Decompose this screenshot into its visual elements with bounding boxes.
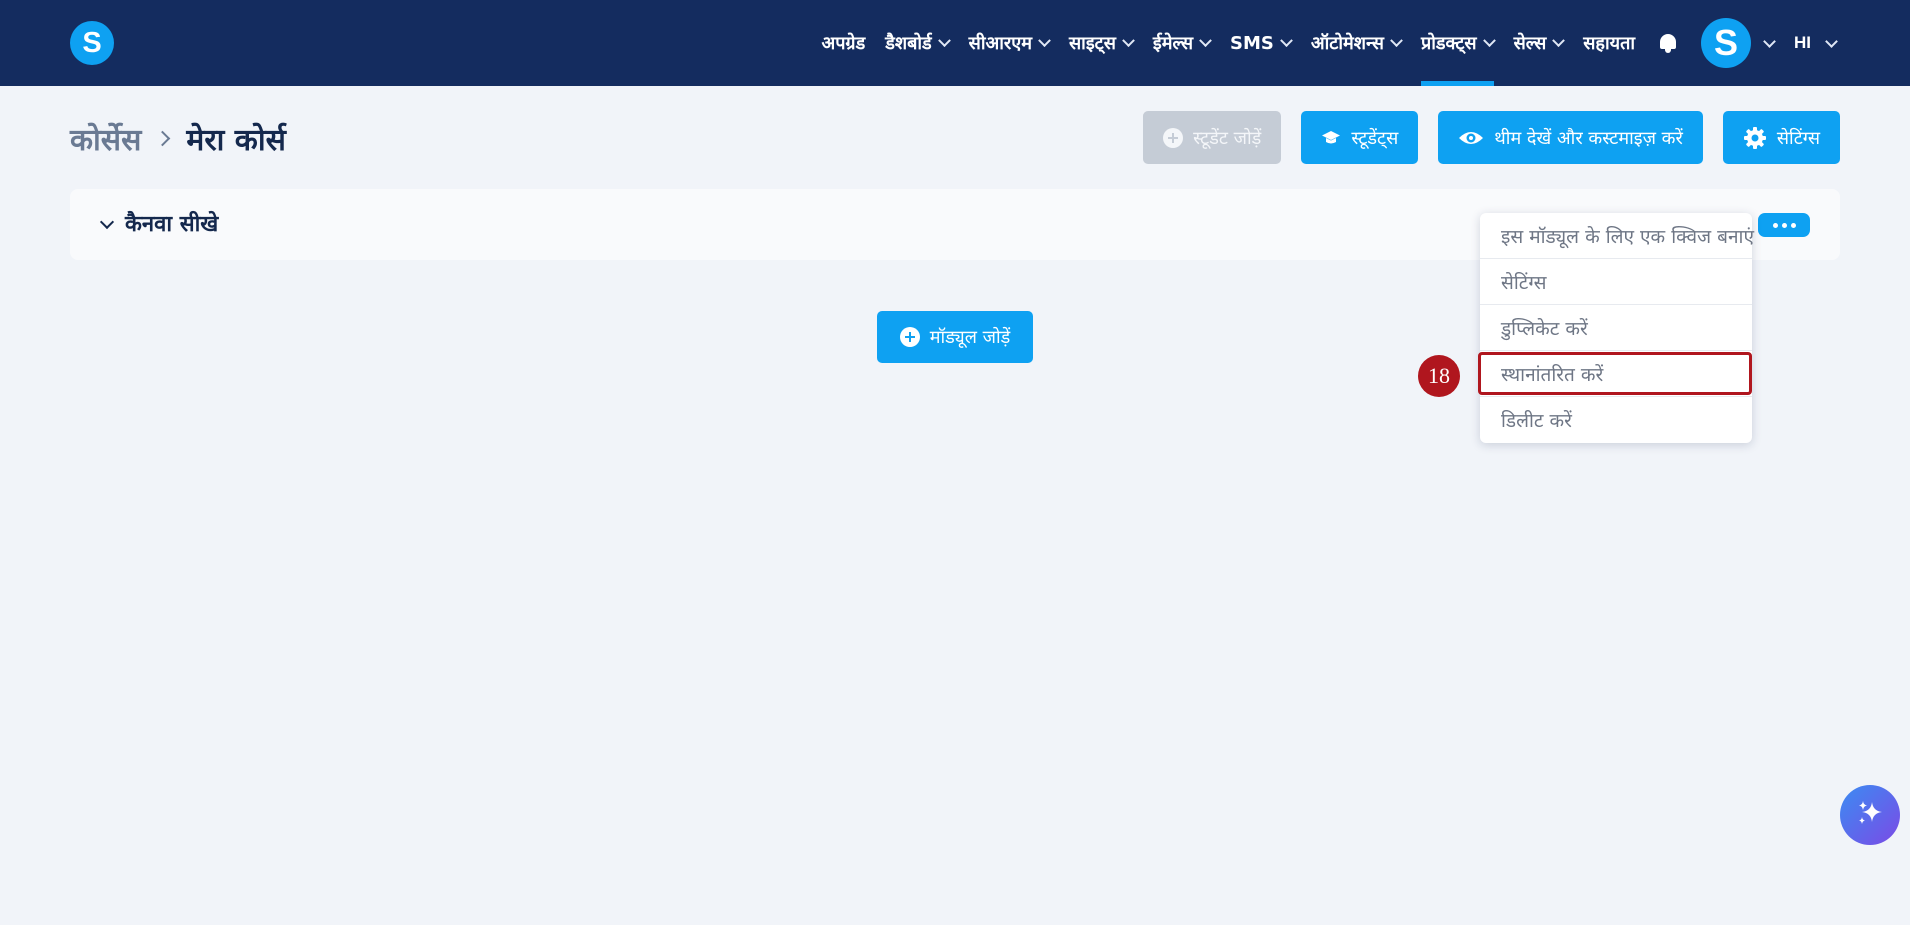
chevron-down-icon — [1038, 33, 1051, 47]
app-logo[interactable]: S — [70, 21, 114, 65]
view-customize-theme-button[interactable]: थीम देखें और कस्टमाइज़ करें — [1438, 111, 1703, 164]
nav-item-help[interactable]: सहायता — [1583, 0, 1635, 86]
module-options-menu: इस मॉड्यूल के लिए एक क्विज बनाएं सेटिंग्… — [1480, 213, 1754, 443]
chevron-down-icon — [937, 33, 951, 47]
chevron-down-icon[interactable] — [1825, 34, 1838, 48]
graduation-cap-icon — [1321, 128, 1341, 148]
dot — [1772, 222, 1778, 228]
chevron-right-icon — [155, 130, 171, 147]
nav-item-sms[interactable]: SMS — [1230, 0, 1293, 86]
add-module-button[interactable]: मॉड्यूल जोड़ें — [877, 311, 1033, 363]
nav-item-sales[interactable]: सेल्स — [1514, 0, 1566, 86]
step-marker: 18 — [1418, 355, 1460, 397]
gear-icon — [1743, 126, 1767, 150]
dot — [1781, 222, 1787, 228]
avatar[interactable]: S — [1701, 18, 1751, 68]
menu-item-create-quiz[interactable]: इस मॉड्यूल के लिए एक क्विज बनाएं — [1480, 213, 1754, 259]
menu-item-settings[interactable]: सेटिंग्स — [1480, 259, 1752, 305]
add-student-button[interactable]: स्टूडेंट जोड़ें — [1143, 111, 1282, 164]
chevron-down-icon — [1482, 33, 1496, 47]
bell-icon[interactable] — [1657, 32, 1679, 54]
chevron-down-icon[interactable] — [99, 214, 115, 230]
settings-button[interactable]: सेटिंग्स — [1722, 111, 1840, 164]
breadcrumb: कोर्सेस मेरा कोर्स — [70, 118, 286, 159]
top-navbar: S अपग्रेड डैशबोर्ड सीआरएम साइट्स ईमेल्स … — [0, 0, 1910, 86]
eye-icon — [1458, 129, 1484, 147]
chevron-down-icon — [1552, 33, 1566, 47]
nav-item-crm[interactable]: सीआरएम — [969, 0, 1051, 86]
sparkle-icon — [1855, 798, 1885, 832]
chevron-down-icon[interactable] — [1763, 34, 1776, 48]
module-more-button[interactable] — [1758, 213, 1810, 237]
plus-circle-icon — [899, 327, 920, 347]
chevron-down-icon — [1199, 33, 1212, 47]
highlight-box — [1478, 352, 1752, 395]
students-button[interactable]: स्टूडेंट्स — [1301, 111, 1419, 164]
page-actions: स्टूडेंट जोड़ें स्टूडेंट्स थीम देखें और … — [1123, 111, 1840, 164]
dot — [1790, 222, 1796, 228]
chevron-down-icon — [1122, 33, 1135, 47]
nav-item-dashboard[interactable]: डैशबोर्ड — [885, 0, 951, 86]
plus-circle-icon — [1163, 127, 1184, 148]
page-title: मेरा कोर्स — [186, 123, 286, 158]
menu-item-duplicate[interactable]: डुप्लिकेट करें — [1480, 305, 1752, 351]
nav-item-upgrade[interactable]: अपग्रेड — [821, 0, 865, 86]
menu-item-delete[interactable]: डिलीट करें — [1480, 397, 1752, 443]
chevron-down-icon — [1279, 33, 1293, 47]
nav-item-automations[interactable]: ऑटोमेशन्स — [1311, 0, 1403, 86]
nav-item-sites[interactable]: साइट्स — [1069, 0, 1135, 86]
nav-item-products[interactable]: प्रोडक्ट्स — [1420, 0, 1496, 86]
chevron-down-icon — [1390, 33, 1403, 47]
main-nav: अपग्रेड डैशबोर्ड सीआरएम साइट्स ईमेल्स SM… — [811, 0, 1838, 86]
module-title[interactable]: कैनवा सीखे — [125, 208, 218, 238]
language-selector[interactable]: HI — [1794, 33, 1811, 53]
nav-item-emails[interactable]: ईमेल्स — [1153, 0, 1212, 86]
breadcrumb-courses-link[interactable]: कोर्सेस — [70, 118, 141, 159]
ai-assistant-button[interactable] — [1840, 785, 1900, 845]
